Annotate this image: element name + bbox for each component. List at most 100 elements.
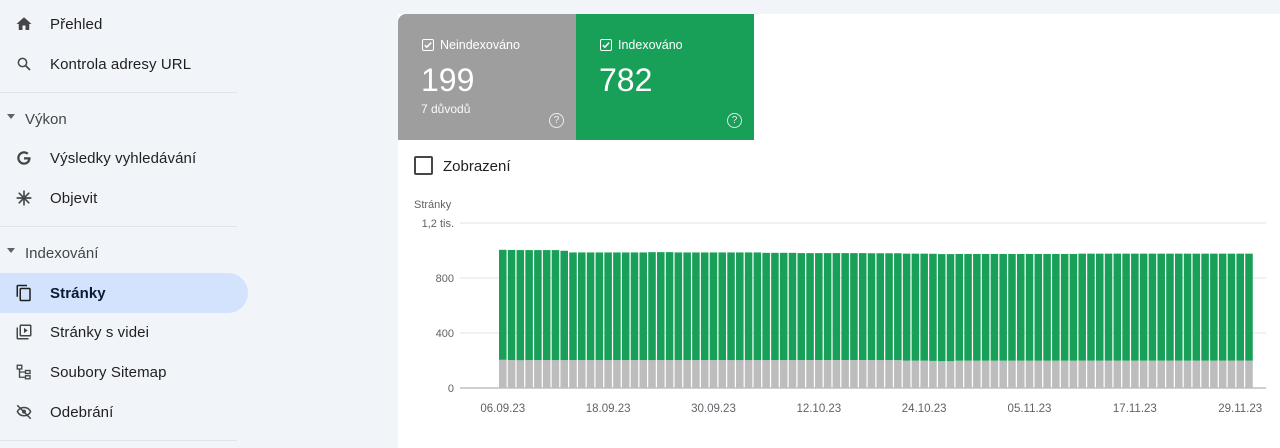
- bar-not-indexed: [1201, 360, 1209, 388]
- bar-not-indexed: [1148, 360, 1157, 388]
- bar-not-indexed: [639, 360, 648, 388]
- bar-indexed: [771, 252, 779, 361]
- bar-indexed: [1148, 253, 1157, 361]
- bar-indexed: [542, 250, 551, 361]
- bar-not-indexed: [806, 360, 814, 388]
- bar-indexed: [718, 252, 727, 361]
- google-g-icon: [14, 148, 34, 168]
- bar-not-indexed: [894, 360, 902, 388]
- bar-indexed: [551, 250, 560, 361]
- bar-not-indexed: [946, 361, 955, 388]
- bar-not-indexed: [1087, 360, 1095, 388]
- bar-not-indexed: [964, 360, 972, 388]
- bar-not-indexed: [1034, 360, 1043, 388]
- nav-item-discover[interactable]: Objevit: [0, 178, 248, 218]
- section-indexing[interactable]: Indexování: [0, 237, 248, 267]
- bar-indexed: [981, 253, 990, 361]
- bar-not-indexed: [718, 360, 727, 388]
- nav-item-overview[interactable]: Přehled: [0, 4, 248, 44]
- bar-indexed: [1113, 253, 1122, 361]
- bar-not-indexed: [499, 359, 507, 388]
- nav-item-removals[interactable]: Odebrání: [0, 392, 248, 432]
- section-performance[interactable]: Výkon: [0, 103, 248, 133]
- bar-indexed: [630, 252, 639, 361]
- bar-indexed: [604, 252, 612, 361]
- bar-indexed: [1087, 253, 1095, 361]
- bar-indexed: [736, 252, 744, 361]
- bar-indexed: [727, 252, 735, 361]
- bar-not-indexed: [727, 360, 735, 388]
- bar-indexed: [1034, 253, 1043, 361]
- bar-indexed: [1078, 253, 1086, 361]
- nav-item-pages[interactable]: Stránky: [0, 273, 248, 313]
- nav-label: Odebrání: [50, 404, 114, 421]
- bar-indexed: [700, 252, 709, 361]
- bar-not-indexed: [902, 360, 911, 388]
- not-indexed-card[interactable]: Neindexováno 199 7 důvodů ?: [398, 14, 576, 140]
- bar-not-indexed: [1016, 360, 1025, 388]
- bar-not-indexed: [1052, 360, 1060, 388]
- bar-not-indexed: [981, 360, 990, 388]
- bar-not-indexed: [990, 360, 999, 388]
- bar-not-indexed: [736, 360, 744, 388]
- bar-not-indexed: [858, 360, 867, 388]
- bar-indexed: [1043, 253, 1051, 361]
- caret-down-icon: [7, 248, 15, 253]
- bar-indexed: [762, 252, 770, 361]
- bar-not-indexed: [1095, 360, 1104, 388]
- bar-indexed: [692, 252, 700, 361]
- pages-chart: Stránky 0 400 800 1,2 tis. 06.09.23 18.09.23 30…: [414, 199, 1266, 415]
- bar-not-indexed: [841, 360, 849, 388]
- bar-indexed: [621, 252, 630, 361]
- bar-indexed: [964, 253, 972, 361]
- bar-not-indexed: [1008, 360, 1016, 388]
- checkbox-checked-icon[interactable]: [422, 39, 434, 51]
- divider: [0, 92, 237, 93]
- bar-indexed: [867, 253, 876, 361]
- bar-indexed: [858, 253, 867, 361]
- bar-not-indexed: [1218, 360, 1227, 388]
- bar-indexed: [955, 253, 964, 361]
- help-icon[interactable]: ?: [549, 113, 564, 128]
- nav-item-url-inspection[interactable]: Kontrola adresy URL: [0, 44, 248, 84]
- bar-indexed: [1227, 253, 1236, 361]
- bar-indexed: [1016, 253, 1025, 361]
- bar-indexed: [525, 250, 533, 361]
- help-icon[interactable]: ?: [727, 113, 742, 128]
- bar-not-indexed: [507, 360, 516, 388]
- bar-not-indexed: [621, 360, 630, 388]
- bar-indexed: [1183, 253, 1192, 361]
- bar-not-indexed: [551, 360, 560, 388]
- impressions-label: Zobrazení: [443, 158, 511, 175]
- bar-not-indexed: [683, 360, 691, 388]
- nav-item-sitemaps[interactable]: Soubory Sitemap: [0, 352, 248, 392]
- bar-indexed: [1218, 253, 1227, 361]
- bar-not-indexed: [779, 360, 788, 388]
- bar-indexed: [674, 252, 683, 361]
- nav-item-video-pages[interactable]: Stránky s videi: [0, 312, 248, 352]
- nav-label: Stránky: [50, 285, 106, 302]
- bar-not-indexed: [885, 360, 893, 388]
- bar-not-indexed: [542, 360, 551, 388]
- bar-indexed: [1052, 253, 1060, 361]
- bar-indexed: [823, 253, 832, 361]
- bar-not-indexed: [586, 360, 595, 388]
- nav-item-search-results[interactable]: Výsledky vyhledávání: [0, 138, 248, 178]
- main-panel: Neindexováno 199 7 důvodů ? Indexováno 7…: [398, 14, 1280, 448]
- bar-indexed: [665, 252, 674, 361]
- bar-indexed: [1157, 253, 1165, 361]
- nav-label: Výsledky vyhledávání: [50, 150, 197, 167]
- bar-not-indexed: [692, 360, 700, 388]
- bar-not-indexed: [648, 360, 656, 388]
- y-tick-label: 800: [436, 273, 454, 285]
- impressions-checkbox[interactable]: [414, 156, 433, 175]
- bar-not-indexed: [797, 360, 806, 388]
- caret-down-icon: [7, 114, 15, 119]
- bar-not-indexed: [700, 360, 709, 388]
- indexed-card[interactable]: Indexováno 782 ?: [576, 14, 754, 140]
- bar-not-indexed: [595, 360, 604, 388]
- bar-indexed: [946, 254, 955, 362]
- bar-indexed: [894, 253, 902, 361]
- nav-label: Soubory Sitemap: [50, 364, 167, 381]
- checkbox-checked-icon[interactable]: [600, 39, 612, 51]
